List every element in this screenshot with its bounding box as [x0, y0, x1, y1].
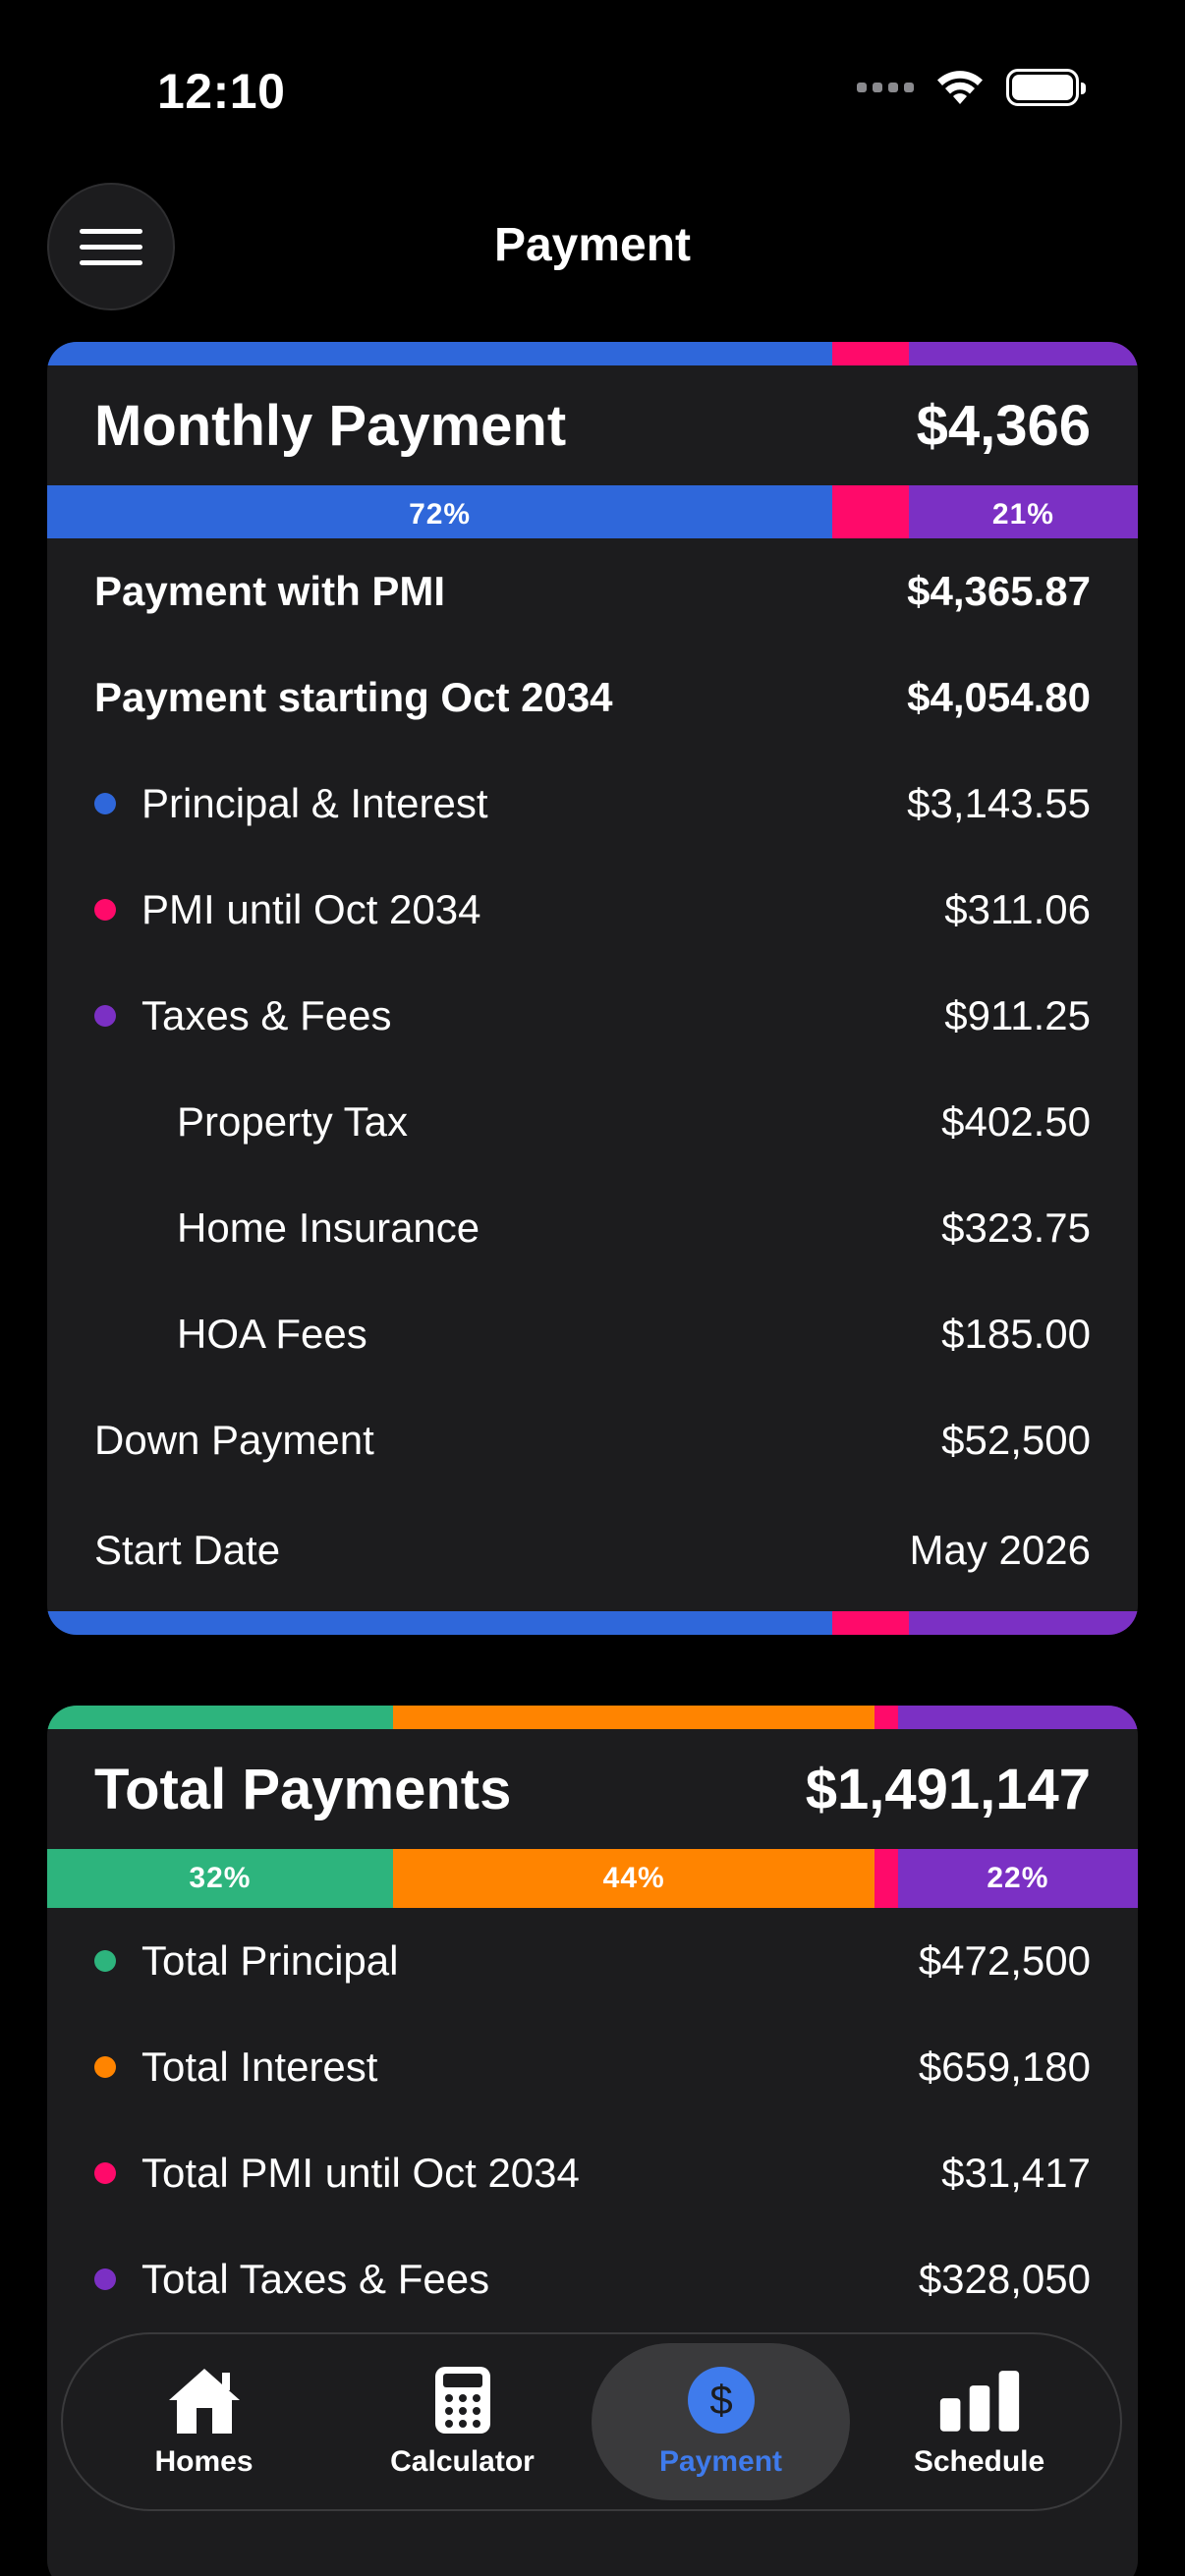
house-icon	[163, 2365, 246, 2436]
monthly-top-stripe	[47, 342, 1138, 365]
home-insurance-row: Home Insurance $323.75	[177, 1204, 1091, 1251]
status-icons	[857, 69, 1086, 106]
tab-calculator[interactable]: Calculator	[333, 2343, 592, 2500]
status-time: 12:10	[157, 64, 286, 119]
page-title: Payment	[493, 219, 692, 271]
monthly-pct-pmi	[832, 485, 909, 544]
totals-header: Total Payments $1,491,147	[47, 1729, 1138, 1849]
legend-dot-pink	[94, 899, 116, 921]
total-interest-row: Total Interest $659,180	[47, 2014, 1138, 2120]
monthly-title: Monthly Payment	[94, 393, 567, 458]
battery-icon	[1006, 69, 1086, 106]
hoa-fees-row: HOA Fees $185.00	[177, 1311, 1091, 1357]
total-taxes-fees-row: Total Taxes & Fees $328,050	[47, 2226, 1138, 2332]
property-tax-row: Property Tax $402.50	[177, 1098, 1091, 1145]
total-principal-row: Total Principal $472,500	[47, 1908, 1138, 2014]
total-pmi-row: Total PMI until Oct 2034 $31,417	[47, 2120, 1138, 2226]
totals-breakdown-bar: 32% 44% 22%	[47, 1849, 1138, 1908]
monthly-details: Payment with PMI $4,365.87 Payment start…	[47, 538, 1138, 1635]
totals-pct-interest: 44%	[392, 1849, 875, 1908]
principal-interest-row: Principal & Interest $3,143.55	[47, 751, 1138, 857]
taxes-fees-row: Taxes & Fees $911.25	[47, 963, 1138, 1069]
totals-top-stripe	[47, 1706, 1138, 1729]
payment-with-pmi-row: Payment with PMI $4,365.87	[94, 568, 1091, 614]
pmi-row: PMI until Oct 2034 $311.06	[47, 857, 1138, 963]
bar-chart-icon	[938, 2365, 1021, 2436]
legend-dot-purple	[94, 1005, 116, 1027]
cellular-signal-icon	[857, 83, 914, 92]
totals-pct-pmi	[875, 1849, 898, 1908]
monthly-bottom-stripe	[47, 1611, 1138, 1635]
monthly-header: Monthly Payment $4,366	[47, 365, 1138, 485]
tab-homes[interactable]: Homes	[75, 2343, 333, 2500]
legend-dot-pink	[94, 2162, 116, 2184]
legend-dot-purple	[94, 2268, 116, 2290]
tab-bar: Homes Calculator $ Payment Schedule	[61, 2332, 1122, 2511]
start-date-row: Start Date May 2026	[94, 1527, 1091, 1573]
payment-screen: 12:10 Payment Monthly Payment $4,366 72%	[0, 0, 1185, 2576]
payment-starting-row: Payment starting Oct 2034 $4,054.80	[94, 674, 1091, 720]
totals-pct-principal: 32%	[47, 1849, 393, 1908]
totals-pct-taxes: 22%	[897, 1849, 1138, 1908]
legend-dot-blue	[94, 793, 116, 814]
tab-schedule[interactable]: Schedule	[850, 2343, 1108, 2500]
legend-dot-orange	[94, 2056, 116, 2078]
down-payment-row: Down Payment $52,500	[94, 1417, 1091, 1463]
dollar-icon: $	[680, 2365, 762, 2436]
monthly-breakdown-bar: 72% 21%	[47, 485, 1138, 544]
monthly-total: $4,366	[916, 393, 1091, 458]
calculator-icon	[422, 2365, 504, 2436]
legend-dot-green	[94, 1950, 116, 1972]
tab-payment[interactable]: $ Payment	[592, 2343, 850, 2500]
totals-title: Total Payments	[94, 1757, 512, 1821]
monthly-pct-taxes: 21%	[908, 485, 1138, 544]
wifi-icon	[937, 71, 983, 104]
monthly-pct-principal-interest: 72%	[47, 485, 833, 544]
totals-total: $1,491,147	[805, 1757, 1091, 1821]
svg-text:$: $	[709, 2377, 732, 2423]
